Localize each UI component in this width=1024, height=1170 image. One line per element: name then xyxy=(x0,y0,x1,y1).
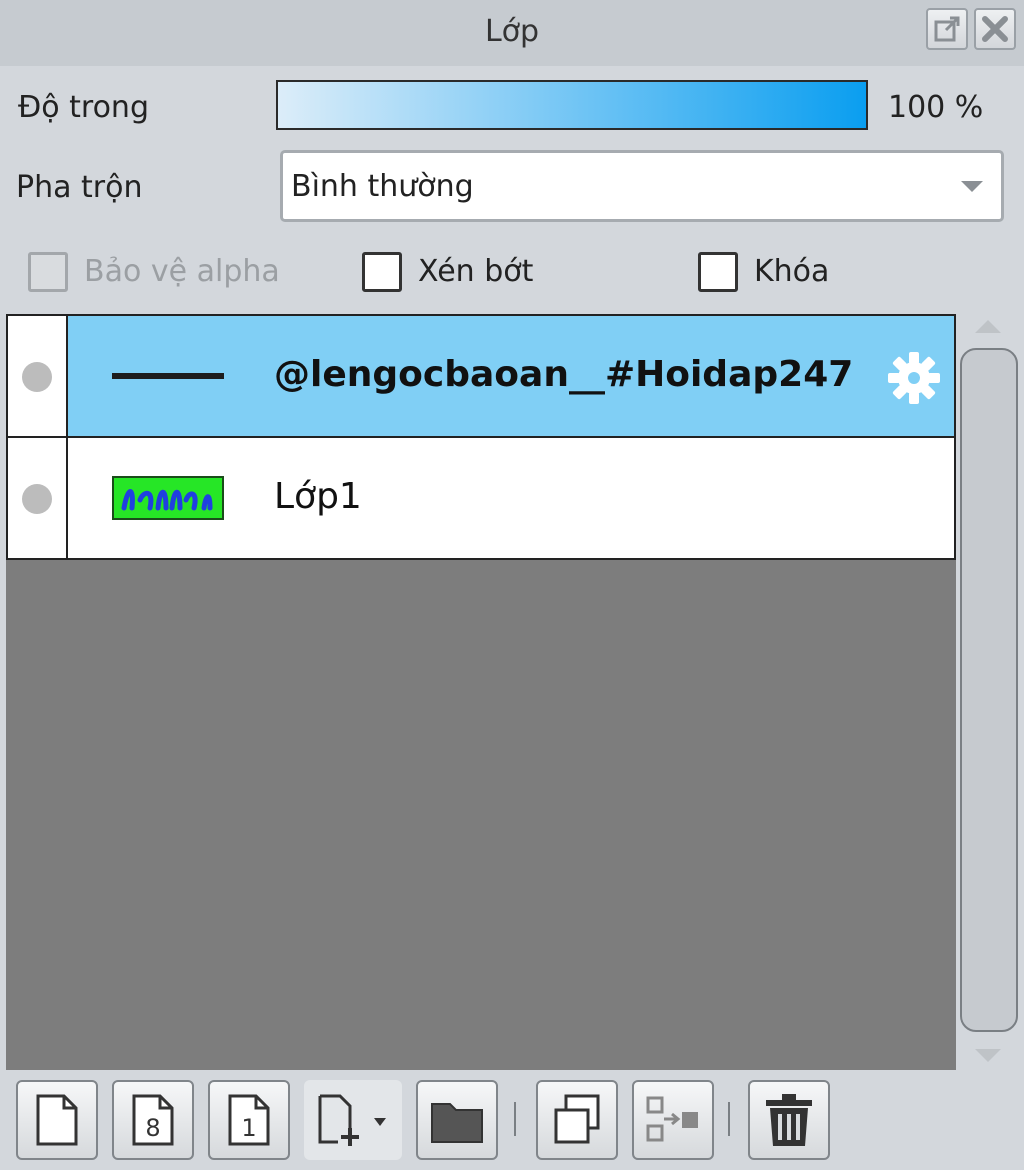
add-layer-dropdown-icon xyxy=(318,1094,386,1146)
new-1bit-layer-icon: 1 xyxy=(228,1094,270,1146)
layer-name: Lớp1 xyxy=(274,476,362,517)
toolbar-separator xyxy=(514,1102,516,1136)
merge-layer-icon xyxy=(646,1096,698,1142)
duplicate-layer-icon xyxy=(554,1094,600,1144)
new-8bit-layer-icon: 8 xyxy=(132,1094,174,1146)
duplicate-layer-button[interactable] xyxy=(536,1080,618,1160)
popout-icon xyxy=(934,16,960,42)
panel-title: Lớp xyxy=(484,14,540,49)
lock-label: Khóa xyxy=(754,254,830,289)
chevron-down-icon xyxy=(961,181,983,192)
trash-icon xyxy=(766,1094,812,1146)
visibility-toggle[interactable] xyxy=(8,438,68,558)
new-page-icon xyxy=(36,1094,78,1146)
add-layer-dropdown-button[interactable] xyxy=(304,1080,402,1160)
new-layer-button[interactable] xyxy=(16,1080,98,1160)
layer-list-scrollbar[interactable] xyxy=(956,314,1024,1070)
green-image-thumbnail xyxy=(112,476,224,520)
dot-icon xyxy=(22,484,52,514)
clip-checkbox[interactable] xyxy=(362,252,402,292)
panel-titlebar: Lớp xyxy=(0,0,1024,66)
popout-button[interactable] xyxy=(926,8,968,50)
blend-label: Pha trộn xyxy=(16,170,143,205)
new-1bit-layer-button[interactable]: 1 xyxy=(208,1080,290,1160)
lock-checkbox[interactable] xyxy=(698,252,738,292)
alpha-protect-label: Bảo vệ alpha xyxy=(84,254,280,289)
new-folder-button[interactable] xyxy=(416,1080,498,1160)
dot-icon xyxy=(22,362,52,392)
scroll-up-icon[interactable] xyxy=(975,320,1001,333)
line-thumbnail xyxy=(112,373,224,379)
scrollbar-thumb[interactable] xyxy=(960,348,1018,1032)
opacity-label: Độ trong xyxy=(18,90,149,125)
alpha-protect-checkbox[interactable] xyxy=(28,252,68,292)
visibility-toggle[interactable] xyxy=(8,316,68,436)
blend-mode-select[interactable]: Bình thường xyxy=(280,150,1004,222)
blend-mode-value: Bình thường xyxy=(291,169,474,204)
layer-name: @lengocbaoan__#Hoidap247 xyxy=(274,354,854,395)
layer-row[interactable]: Lớp1 xyxy=(6,436,956,560)
layer-row[interactable]: @lengocbaoan__#Hoidap247 xyxy=(6,314,956,438)
svg-text:1: 1 xyxy=(241,1114,256,1142)
folder-icon xyxy=(431,1103,483,1143)
layer-list: @lengocbaoan__#Hoidap247 Lớp1 xyxy=(6,314,956,1070)
scroll-down-icon[interactable] xyxy=(975,1049,1001,1062)
close-button[interactable] xyxy=(974,8,1016,50)
opacity-slider[interactable] xyxy=(276,80,868,130)
layer-toolbar: 8 1 xyxy=(0,1070,1024,1170)
delete-layer-button[interactable] xyxy=(748,1080,830,1160)
svg-text:8: 8 xyxy=(145,1114,160,1142)
toolbar-separator xyxy=(728,1102,730,1136)
new-8bit-layer-button[interactable]: 8 xyxy=(112,1080,194,1160)
close-icon xyxy=(982,16,1008,42)
opacity-value: 100 % xyxy=(888,90,984,125)
merge-layer-button[interactable] xyxy=(632,1080,714,1160)
clip-label: Xén bớt xyxy=(418,254,534,289)
gear-icon[interactable] xyxy=(886,350,942,406)
